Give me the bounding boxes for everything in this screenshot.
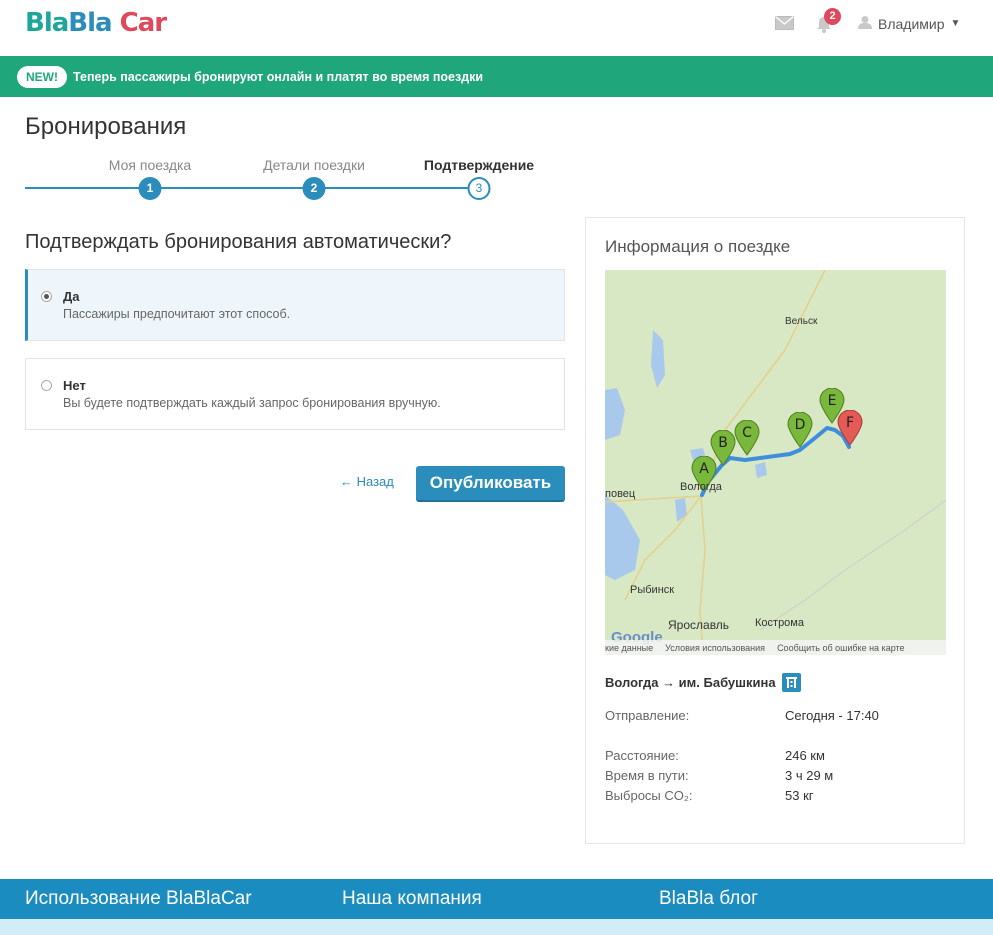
page-title: Бронирования bbox=[25, 113, 187, 140]
auto-confirm-question: Подтверждать бронирования автоматически? bbox=[25, 231, 452, 253]
duration-label: Время в пути: bbox=[605, 768, 689, 783]
map-city-cherepovets: повец bbox=[605, 488, 636, 500]
map-city-vologda: Вологда bbox=[680, 481, 722, 493]
map-marker-c[interactable]: C bbox=[734, 420, 760, 456]
co2-label: Выбросы CO₂: bbox=[605, 788, 693, 803]
user-avatar-icon bbox=[858, 15, 872, 32]
map-terms-link[interactable]: Условия использования bbox=[665, 643, 765, 653]
route-text: Вологда → им. Бабушкина bbox=[605, 675, 776, 690]
banner-text: Теперь пассажиры бронируют онлайн и плат… bbox=[73, 69, 484, 84]
user-menu[interactable]: Владимир ▼ bbox=[858, 15, 960, 32]
footer-strip bbox=[0, 919, 993, 935]
co2-value: 53 кг bbox=[785, 788, 814, 803]
distance-label: Расстояние: bbox=[605, 748, 679, 763]
radio-yes[interactable] bbox=[41, 291, 52, 302]
duration-value: 3 ч 29 м bbox=[785, 768, 834, 783]
site-footer: Использование BlaBlaCar Наша компания Bl… bbox=[0, 879, 993, 919]
map-city-velsk: Вельск bbox=[785, 316, 818, 327]
option-no[interactable]: Нет Вы будете подтверждать каждый запрос… bbox=[25, 358, 565, 430]
trip-info-panel: Информация о поездке A B C D E F Вельск bbox=[585, 217, 965, 844]
svg-text:B: B bbox=[718, 435, 728, 451]
mail-icon[interactable] bbox=[775, 16, 794, 35]
radio-no[interactable] bbox=[41, 380, 52, 391]
svg-text:E: E bbox=[828, 393, 837, 409]
departure-value: Сегодня - 17:40 bbox=[785, 708, 879, 723]
map-report-link[interactable]: Сообщить об ошибке на карте bbox=[777, 643, 904, 653]
step-label-trip-details[interactable]: Детали поездки bbox=[263, 157, 365, 173]
map-city-yaroslavl: Ярославль bbox=[668, 618, 730, 632]
option-yes-title: Да bbox=[63, 289, 80, 304]
option-no-title: Нет bbox=[63, 378, 86, 393]
svg-text:A: A bbox=[699, 461, 709, 477]
highway-icon bbox=[781, 673, 801, 692]
booking-stepper: Моя поездка Детали поездки Подтверждение… bbox=[25, 155, 534, 205]
map-marker-d[interactable]: D bbox=[787, 412, 813, 448]
option-no-description: Вы будете подтверждать каждый запрос бро… bbox=[63, 396, 441, 410]
trip-info-title: Информация о поездке bbox=[605, 237, 791, 256]
step-dot-1[interactable]: 1 bbox=[138, 177, 162, 200]
map-footer: кие данные Условия использования Сообщит… bbox=[605, 640, 946, 655]
step-dot-2[interactable]: 2 bbox=[302, 177, 326, 200]
map-marker-f[interactable]: F bbox=[837, 410, 863, 446]
stepper-line bbox=[25, 187, 468, 189]
departure-label: Отправление: bbox=[605, 708, 690, 723]
new-badge: NEW! bbox=[17, 65, 67, 88]
route-title: Вологда → им. Бабушкина bbox=[605, 673, 801, 692]
top-bar: BlaBla Car 2 Владимир ▼ bbox=[0, 0, 993, 56]
blablacar-logo[interactable]: BlaBla Car bbox=[25, 8, 167, 38]
option-yes[interactable]: Да Пассажиры предпочитают этот способ. bbox=[25, 269, 565, 341]
step-label-my-trip[interactable]: Моя поездка bbox=[109, 157, 191, 173]
step-dot-3: 3 bbox=[467, 177, 491, 200]
svg-text:C: C bbox=[742, 425, 752, 441]
distance-value: 246 км bbox=[785, 748, 825, 763]
step-label-confirmation: Подтверждение bbox=[423, 157, 535, 173]
map-graphic bbox=[605, 270, 946, 655]
map-data-label: кие данные bbox=[605, 642, 654, 653]
info-banner: NEW! Теперь пассажиры бронируют онлайн и… bbox=[0, 56, 993, 97]
footer-usage-heading: Использование BlaBlaCar bbox=[25, 888, 252, 909]
back-link[interactable]: ← Назад bbox=[340, 474, 394, 489]
svg-text:F: F bbox=[846, 415, 854, 431]
username: Владимир bbox=[878, 15, 945, 32]
notification-badge[interactable]: 2 bbox=[824, 8, 841, 25]
svg-text:D: D bbox=[795, 417, 806, 433]
footer-company-heading: Наша компания bbox=[342, 888, 482, 909]
publish-button[interactable]: Опубликовать bbox=[416, 466, 565, 502]
option-yes-description: Пассажиры предпочитают этот способ. bbox=[63, 307, 291, 321]
route-map[interactable]: A B C D E F Вельск Вологда повец Рыбинск… bbox=[605, 270, 946, 655]
map-city-kostroma: Кострома bbox=[755, 617, 804, 629]
map-city-rybinsk: Рыбинск bbox=[630, 584, 675, 596]
footer-blog-heading: BlaBla блог bbox=[659, 888, 759, 909]
chevron-down-icon: ▼ bbox=[950, 18, 961, 29]
map-marker-b[interactable]: B bbox=[710, 430, 736, 466]
